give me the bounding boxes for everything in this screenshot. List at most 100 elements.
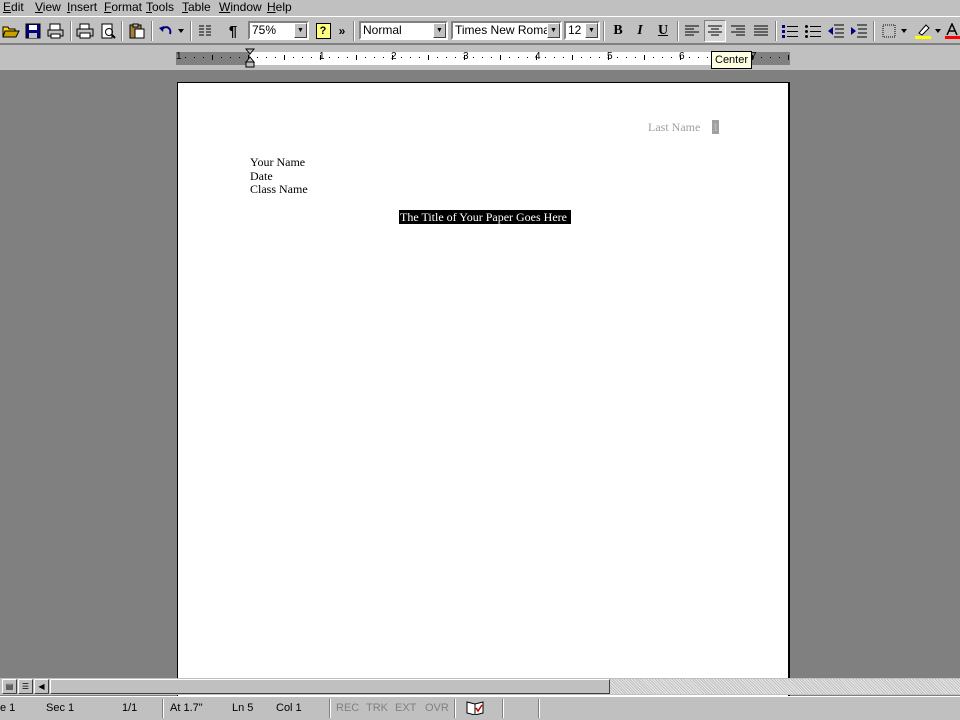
borders-button[interactable] — [878, 20, 900, 42]
numbering-button[interactable] — [779, 20, 801, 42]
numbered-list-icon — [782, 25, 798, 38]
align-left-icon — [685, 25, 699, 36]
bullets-button[interactable] — [802, 20, 824, 42]
status-page: e 1 — [0, 702, 16, 714]
bulleted-list-icon — [805, 25, 821, 38]
menu-window[interactable]: Window — [218, 0, 263, 16]
print-preview-icon — [101, 23, 116, 39]
align-right-button[interactable] — [727, 20, 749, 42]
zoom-combobox[interactable]: 75% ▼ — [248, 21, 309, 40]
menu-format[interactable]: Format — [103, 0, 143, 16]
align-center-button[interactable] — [704, 20, 726, 42]
status-ext[interactable]: EXT — [395, 700, 416, 717]
ruler-dot — [410, 57, 411, 58]
menu-tools[interactable]: Tools — [145, 0, 175, 16]
ruler-dot — [761, 57, 762, 58]
toolbar: ¶ 75% ▼ ? » Normal ▼ Times New Roman ▼ 1… — [0, 16, 960, 44]
ruler-tick — [284, 55, 285, 60]
ruler-dot — [311, 57, 312, 58]
paste-button[interactable] — [126, 20, 148, 42]
print-button[interactable] — [74, 20, 96, 42]
scroll-thumb[interactable] — [50, 679, 610, 694]
bold-button[interactable]: B — [607, 20, 629, 42]
dropdown-arrow-icon — [178, 29, 184, 33]
ruler-dot — [671, 57, 672, 58]
highlight-dropdown-button[interactable] — [932, 20, 944, 42]
ruler-dot — [275, 57, 276, 58]
ruler-dot — [329, 57, 330, 58]
menu-insert[interactable]: Insert — [66, 0, 98, 16]
ruler-dot — [401, 57, 402, 58]
status-separator — [502, 699, 504, 718]
header-page-number: 1 — [712, 120, 719, 134]
style-dropdown-arrow-icon[interactable]: ▼ — [433, 23, 446, 38]
save-button[interactable] — [22, 20, 44, 42]
font-value: Times New Roman — [455, 23, 557, 37]
menu-edit[interactable]: Edit — [2, 0, 25, 16]
status-rec[interactable]: REC — [336, 700, 359, 717]
ruler-dot — [194, 57, 195, 58]
ruler-number: 3 — [463, 51, 469, 62]
toolbar-separator — [873, 21, 875, 41]
menu-view[interactable]: View — [34, 0, 62, 16]
menu-table[interactable]: Table — [181, 0, 212, 16]
scroll-left-button[interactable]: ◀ — [34, 679, 49, 694]
toolbar-separator — [70, 21, 72, 41]
style-combobox[interactable]: Normal ▼ — [359, 21, 448, 40]
more-buttons-button[interactable]: » — [336, 20, 348, 42]
zoom-dropdown-arrow-icon[interactable]: ▼ — [294, 23, 307, 38]
increase-indent-button[interactable] — [848, 20, 870, 42]
spelling-status-button[interactable] — [466, 699, 484, 716]
ruler-tick — [356, 55, 357, 60]
ruler-tick — [644, 55, 645, 60]
justify-button[interactable] — [750, 20, 772, 42]
menu-help[interactable]: Help — [266, 0, 293, 16]
open-button[interactable] — [0, 20, 22, 42]
zoom-value: 75% — [252, 23, 277, 37]
help-button[interactable]: ? — [312, 20, 334, 42]
doc-line-your-name: Your Name — [250, 155, 306, 169]
print-preview-button[interactable] — [97, 20, 119, 42]
ruler-dot — [509, 57, 510, 58]
printer-icon — [76, 23, 94, 39]
columns-button[interactable] — [194, 20, 216, 42]
document-page[interactable]: Last Name 1 Your Name Date Class Name Th… — [177, 82, 790, 702]
ruler-number: 1 — [176, 51, 182, 62]
ruler-dot — [203, 57, 204, 58]
ruler-dot — [230, 57, 231, 58]
toolbar-separator — [151, 21, 153, 41]
print-preview-alt-button[interactable] — [45, 20, 67, 42]
horizontal-scrollbar[interactable]: ▤ ☰ ◀ — [0, 678, 960, 695]
undo-button[interactable] — [155, 20, 177, 42]
show-hide-paragraph-button[interactable]: ¶ — [222, 20, 244, 42]
scroll-track[interactable] — [610, 679, 960, 694]
status-ovr[interactable]: OVR — [425, 700, 449, 717]
header-last-name: Last Name — [648, 120, 701, 134]
italic-button[interactable]: I — [629, 20, 651, 42]
font-dropdown-arrow-icon[interactable]: ▼ — [547, 23, 560, 38]
align-left-button[interactable] — [681, 20, 703, 42]
underline-button[interactable]: U — [652, 20, 674, 42]
normal-view-button[interactable]: ▤ — [2, 679, 17, 694]
highlight-button[interactable] — [912, 20, 934, 42]
undo-dropdown-button[interactable] — [175, 20, 187, 42]
font-color-button[interactable] — [945, 20, 960, 42]
font-combobox[interactable]: Times New Roman ▼ — [451, 21, 562, 40]
ruler-dot — [293, 57, 294, 58]
status-separator — [329, 699, 331, 718]
horizontal-ruler[interactable]: 1 1 2 3 4 5 6 7 — [0, 45, 960, 70]
status-separator — [454, 699, 456, 718]
font-size-combobox[interactable]: 12 ▼ — [564, 21, 600, 40]
decrease-indent-button[interactable] — [825, 20, 847, 42]
borders-dropdown-button[interactable] — [898, 20, 910, 42]
font-size-dropdown-arrow-icon[interactable]: ▼ — [585, 23, 598, 38]
outline-view-button[interactable]: ☰ — [18, 679, 33, 694]
ruler-dot — [221, 57, 222, 58]
doc-title-selected[interactable]: The Title of Your Paper Goes Here — [399, 210, 571, 224]
align-right-icon — [731, 25, 745, 36]
ruler-dot — [239, 57, 240, 58]
status-trk[interactable]: TRK — [366, 700, 388, 717]
status-page-of: 1/1 — [122, 702, 138, 714]
undo-arrow-icon — [159, 26, 172, 35]
indent-marker-icon[interactable] — [245, 48, 255, 68]
